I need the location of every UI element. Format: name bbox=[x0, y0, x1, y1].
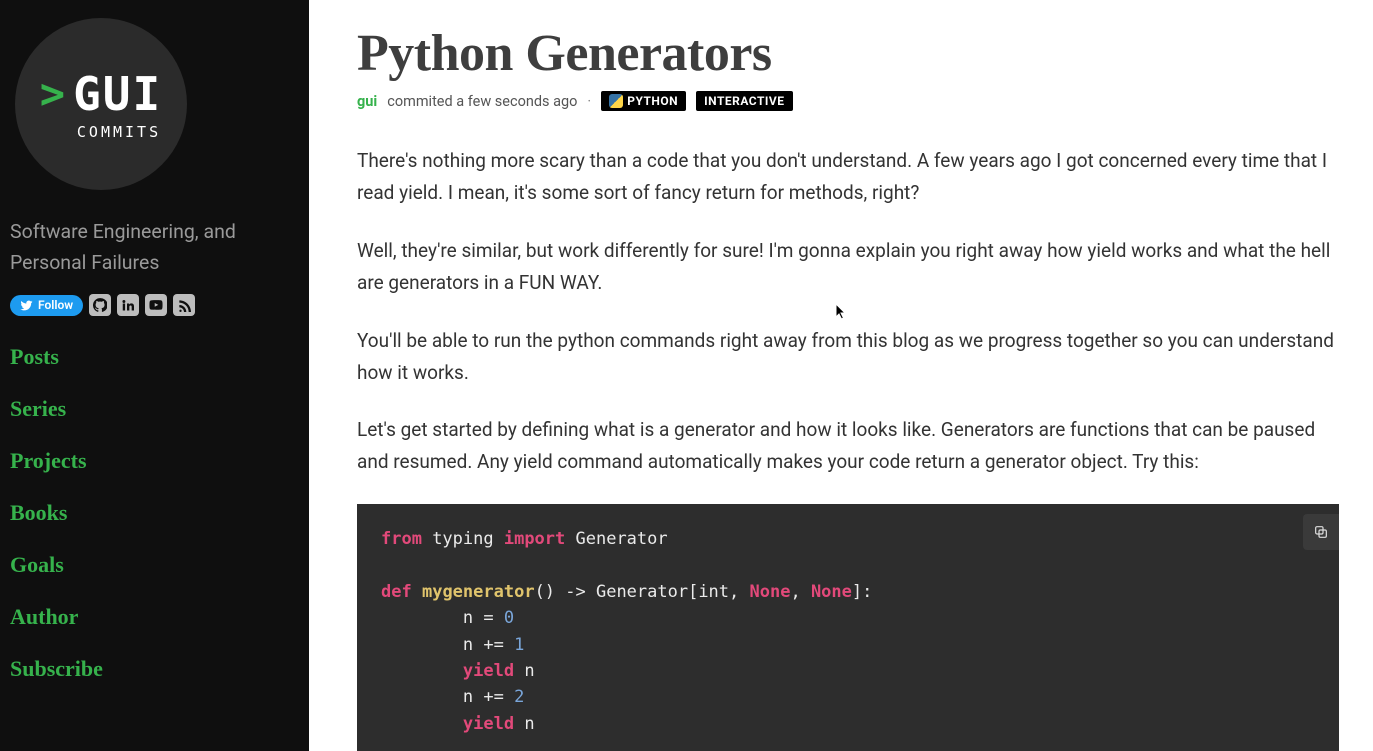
tag-python[interactable]: PYTHON bbox=[601, 91, 686, 111]
meta-separator: · bbox=[587, 93, 591, 110]
nav-goals[interactable]: Goals bbox=[10, 552, 299, 578]
twitter-follow-button[interactable]: Follow bbox=[10, 295, 83, 315]
github-icon[interactable] bbox=[89, 294, 111, 316]
logo-circle: > GUI COMMITS bbox=[15, 18, 187, 190]
post-body: There's nothing more scary than a code t… bbox=[357, 145, 1339, 478]
sidebar-nav: Posts Series Projects Books Goals Author… bbox=[10, 344, 299, 682]
tag-interactive[interactable]: INTERACTIVE bbox=[696, 91, 792, 111]
code-block-wrap: from typing import Generator def mygener… bbox=[357, 504, 1339, 751]
nav-author[interactable]: Author bbox=[10, 604, 299, 630]
logo-text: GUI bbox=[73, 67, 162, 121]
copy-code-button[interactable] bbox=[1303, 514, 1339, 550]
copy-icon bbox=[1313, 524, 1329, 540]
nav-posts[interactable]: Posts bbox=[10, 344, 299, 370]
paragraph: Let's get started by defining what is a … bbox=[357, 414, 1339, 478]
nav-series[interactable]: Series bbox=[10, 396, 299, 422]
post-author[interactable]: gui bbox=[357, 93, 377, 110]
rss-icon[interactable] bbox=[173, 294, 195, 316]
site-tagline: Software Engineering, and Personal Failu… bbox=[10, 216, 299, 278]
nav-books[interactable]: Books bbox=[10, 500, 299, 526]
sidebar: > GUI COMMITS Software Engineering, and … bbox=[0, 0, 309, 751]
chevron-icon: > bbox=[40, 73, 65, 115]
twitter-follow-label: Follow bbox=[38, 298, 73, 312]
article: Python Generators gui commited a few sec… bbox=[309, 0, 1373, 751]
twitter-icon bbox=[20, 299, 33, 312]
post-title: Python Generators bbox=[357, 24, 1339, 83]
youtube-icon[interactable] bbox=[145, 294, 167, 316]
paragraph: You'll be able to run the python command… bbox=[357, 325, 1339, 389]
linkedin-icon[interactable] bbox=[117, 294, 139, 316]
paragraph: Well, they're similar, but work differen… bbox=[357, 235, 1339, 299]
paragraph: There's nothing more scary than a code t… bbox=[357, 145, 1339, 209]
post-meta: gui commited a few seconds ago · PYTHON … bbox=[357, 91, 1339, 111]
logo-subtext: COMMITS bbox=[77, 123, 161, 141]
post-commit-text: commited a few seconds ago bbox=[387, 93, 577, 110]
social-row: Follow bbox=[10, 294, 299, 316]
nav-projects[interactable]: Projects bbox=[10, 448, 299, 474]
code-block[interactable]: from typing import Generator def mygener… bbox=[357, 504, 1339, 751]
logo[interactable]: > GUI COMMITS bbox=[10, 18, 299, 190]
nav-subscribe[interactable]: Subscribe bbox=[10, 656, 299, 682]
